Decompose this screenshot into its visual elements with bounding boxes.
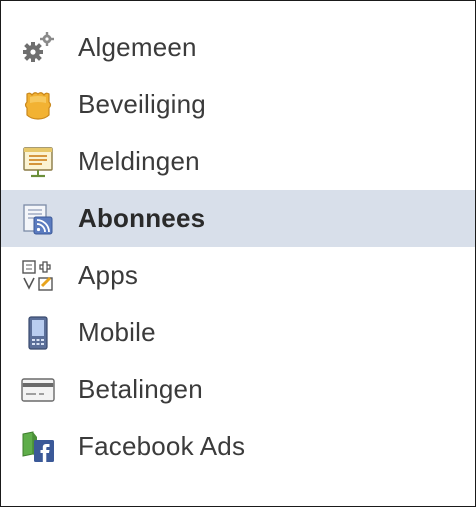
- sidebar-item-label: Mobile: [78, 316, 156, 347]
- notice-board-icon: [19, 143, 57, 181]
- sidebar-item-label: Meldingen: [78, 145, 200, 176]
- sidebar-item-label: Betalingen: [78, 373, 203, 404]
- sidebar-item-meldingen[interactable]: Meldingen: [1, 133, 475, 190]
- sidebar-item-betalingen[interactable]: Betalingen: [1, 361, 475, 418]
- sidebar-item-label: Beveiliging: [78, 88, 206, 119]
- sidebar-item-mobile[interactable]: Mobile: [1, 304, 475, 361]
- badge-icon: [19, 86, 57, 124]
- sidebar-item-label: Abonnees: [78, 202, 206, 233]
- sidebar-item-label: Apps: [78, 259, 139, 290]
- facebook-ads-icon: [19, 428, 57, 466]
- sidebar-item-facebook-ads[interactable]: Facebook Ads: [1, 418, 475, 475]
- sidebar-item-apps[interactable]: Apps: [1, 247, 475, 304]
- mobile-phone-icon: [19, 314, 57, 352]
- subscriptions-icon: [19, 200, 57, 238]
- credit-card-icon: [19, 371, 57, 409]
- gears-icon: [19, 29, 57, 67]
- sidebar-item-algemeen[interactable]: Algemeen: [1, 19, 475, 76]
- settings-sidebar: Algemeen Beveiliging Meldingen Abonnees …: [0, 0, 476, 507]
- sidebar-item-abonnees[interactable]: Abonnees: [1, 190, 475, 247]
- sidebar-item-beveiliging[interactable]: Beveiliging: [1, 76, 475, 133]
- settings-menu: Algemeen Beveiliging Meldingen Abonnees …: [1, 19, 475, 475]
- apps-icon: [19, 257, 57, 295]
- sidebar-item-label: Algemeen: [78, 31, 197, 62]
- sidebar-item-label: Facebook Ads: [78, 430, 246, 461]
